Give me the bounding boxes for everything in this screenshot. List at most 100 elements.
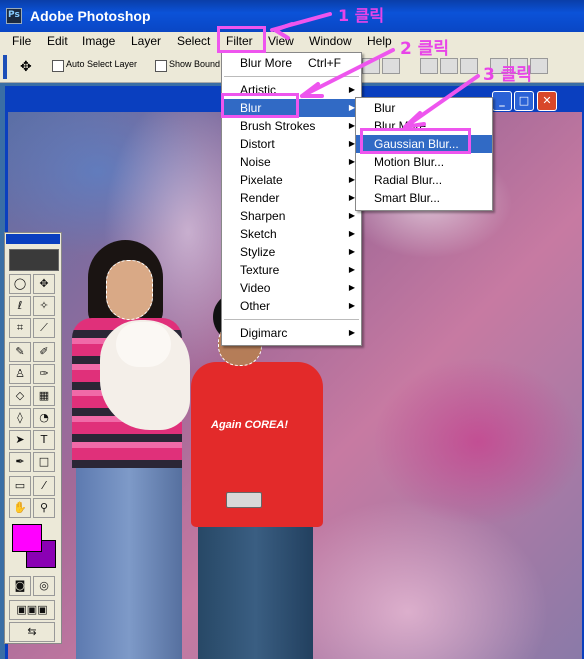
- options-bar-grip[interactable]: [3, 55, 7, 79]
- move-tool-icon[interactable]: ✥: [33, 274, 55, 294]
- maximize-icon[interactable]: □: [514, 91, 534, 111]
- crop-tool-icon[interactable]: ⌗: [9, 318, 31, 338]
- photoshop-app-icon[interactable]: [6, 8, 22, 24]
- filter-blur-more-item[interactable]: Blur More Ctrl+F: [222, 54, 361, 72]
- submenu-arrow-icon: ▶: [348, 301, 355, 310]
- smart-blur-item[interactable]: Smart Blur...: [356, 189, 492, 207]
- menu-item-label: Brush Strokes: [240, 119, 316, 133]
- blur-item[interactable]: Blur: [356, 99, 492, 117]
- eraser-tool-icon[interactable]: ◇: [9, 386, 31, 406]
- clone-stamp-icon[interactable]: ♙: [9, 364, 31, 384]
- align-button-2[interactable]: [382, 58, 400, 74]
- shape-tool-icon[interactable]: □: [33, 452, 55, 472]
- menu-item-label: Other: [240, 299, 271, 313]
- distribute-button-6[interactable]: [530, 58, 548, 74]
- menu-item-label: Render: [240, 191, 280, 205]
- menu-item-label: Blur More: [240, 56, 293, 70]
- filter-distort-item[interactable]: Distort ▶: [222, 135, 361, 153]
- photoshop-feather-logo[interactable]: [9, 249, 59, 271]
- distribute-button-2[interactable]: [440, 58, 458, 74]
- submenu-arrow-icon: ▶: [348, 265, 355, 274]
- show-bounds-checkbox[interactable]: [155, 60, 167, 72]
- menu-item-label: Texture: [240, 263, 280, 277]
- filter-sketch-item[interactable]: Sketch ▶: [222, 225, 361, 243]
- brush-tool-icon[interactable]: ✐: [33, 342, 55, 362]
- submenu-arrow-icon: ▶: [348, 247, 355, 256]
- hand-tool-icon[interactable]: ✋: [9, 498, 31, 518]
- healing-brush-icon[interactable]: ✎: [9, 342, 31, 362]
- menu-separator: [224, 319, 359, 320]
- lasso-tool-icon[interactable]: ℓ: [9, 296, 31, 316]
- dodge-tool-icon[interactable]: ◔: [33, 408, 55, 428]
- zoom-tool-icon[interactable]: ⚲: [33, 498, 55, 518]
- puppy-head: [116, 322, 171, 367]
- toolbox-title-bar[interactable]: [6, 234, 60, 244]
- magic-wand-icon[interactable]: ✧: [33, 296, 55, 316]
- camera: [226, 492, 262, 508]
- menu-bar: File Edit Image Layer Select Filter View…: [0, 32, 584, 53]
- slice-tool-icon[interactable]: ⟋: [33, 318, 55, 338]
- girl-face-selection: [106, 260, 153, 320]
- menu-item-label: Pixelate: [240, 173, 283, 187]
- menu-item-label: Sharpen: [240, 209, 286, 223]
- standard-mode-icon[interactable]: ◙: [9, 576, 31, 596]
- foreground-color-swatch-front[interactable]: [12, 524, 42, 552]
- menu-edit[interactable]: Edit: [47, 34, 68, 48]
- filter-stylize-item[interactable]: Stylize ▶: [222, 243, 361, 261]
- path-selection-icon[interactable]: ➤: [9, 430, 31, 450]
- eyedropper-icon[interactable]: ⁄: [33, 476, 55, 496]
- blur-tool-icon[interactable]: ◊: [9, 408, 31, 428]
- notes-tool-icon[interactable]: ▭: [9, 476, 31, 496]
- annotation-step3: 3 클릭: [483, 65, 533, 85]
- annotation-box-gaussian: [360, 128, 471, 154]
- pen-tool-icon[interactable]: ✒: [9, 452, 31, 472]
- radial-blur-item[interactable]: Radial Blur...: [356, 171, 492, 189]
- align-button-1[interactable]: [362, 58, 380, 74]
- menu-view[interactable]: View: [268, 34, 294, 48]
- motion-blur-item[interactable]: Motion Blur...: [356, 153, 492, 171]
- filter-video-item[interactable]: Video ▶: [222, 279, 361, 297]
- menu-item-label: Sketch: [240, 227, 277, 241]
- boy-jeans: [198, 517, 313, 659]
- quick-mask-icon[interactable]: ◎: [33, 576, 55, 596]
- filter-brush-strokes-item[interactable]: Brush Strokes ▶: [222, 117, 361, 135]
- auto-select-checkbox[interactable]: [52, 60, 64, 72]
- screen-mode-icons[interactable]: ▣▣▣: [9, 600, 55, 620]
- menu-image[interactable]: Image: [82, 34, 115, 48]
- menu-item-label: Distort: [240, 137, 275, 151]
- menu-help[interactable]: Help: [367, 34, 392, 48]
- minimize-icon[interactable]: _: [492, 91, 512, 111]
- filter-digimarc-item[interactable]: Digimarc ▶: [222, 324, 361, 342]
- menu-item-label: Radial Blur...: [374, 173, 443, 187]
- annotation-step1: 1 클릭: [338, 6, 385, 25]
- gradient-tool-icon[interactable]: ▦: [33, 386, 55, 406]
- filter-noise-item[interactable]: Noise ▶: [222, 153, 361, 171]
- filter-pixelate-item[interactable]: Pixelate ▶: [222, 171, 361, 189]
- menu-item-label: Smart Blur...: [374, 191, 441, 205]
- marquee-tool-icon[interactable]: ◯: [9, 274, 31, 294]
- distribute-button-1[interactable]: [420, 58, 438, 74]
- distribute-button-3[interactable]: [460, 58, 478, 74]
- jump-to-imageready-icon[interactable]: ⇆: [9, 622, 55, 642]
- menu-separator: [224, 76, 359, 77]
- menu-item-shortcut: Ctrl+F: [308, 56, 341, 70]
- type-tool-icon[interactable]: T: [33, 430, 55, 450]
- menu-item-label: Blur: [374, 101, 396, 115]
- filter-texture-item[interactable]: Texture ▶: [222, 261, 361, 279]
- window-title: Adobe Photoshop: [30, 8, 151, 24]
- menu-window[interactable]: Window: [309, 34, 352, 48]
- filter-sharpen-item[interactable]: Sharpen ▶: [222, 207, 361, 225]
- menu-layer[interactable]: Layer: [131, 34, 161, 48]
- move-tool-icon[interactable]: ✥: [20, 59, 32, 75]
- blur-submenu: Blur Blur More Gaussian Blur... Motion B…: [355, 97, 493, 211]
- filter-render-item[interactable]: Render ▶: [222, 189, 361, 207]
- menu-select[interactable]: Select: [177, 34, 210, 48]
- menu-item-label: Motion Blur...: [374, 155, 445, 169]
- history-brush-icon[interactable]: ✑: [33, 364, 55, 384]
- girl-jeans: [76, 462, 182, 659]
- annotation-box-blur: [221, 93, 299, 118]
- filter-other-item[interactable]: Other ▶: [222, 297, 361, 315]
- close-icon[interactable]: ✕: [537, 91, 557, 111]
- menu-file[interactable]: File: [12, 34, 31, 48]
- annotation-box-filter: [217, 26, 266, 53]
